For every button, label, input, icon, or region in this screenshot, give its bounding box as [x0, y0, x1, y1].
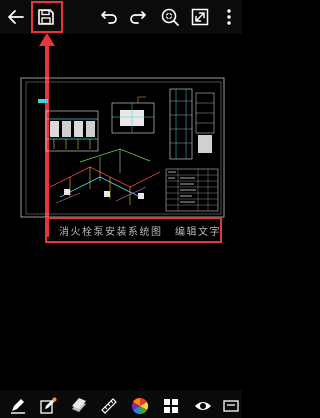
- edit-text-button[interactable]: [37, 395, 59, 417]
- cad-drawing-canvas[interactable]: [20, 77, 225, 222]
- more-tools-button[interactable]: [220, 395, 242, 417]
- drawing-label-mark: [38, 99, 48, 103]
- tools-icon: [223, 400, 239, 412]
- edit-text-label[interactable]: 编辑文字: [175, 223, 221, 238]
- bottom-toolbar: [0, 390, 242, 418]
- blocks-button[interactable]: [160, 395, 182, 417]
- view-button[interactable]: [192, 395, 214, 417]
- water-tank-plan: [111, 96, 155, 134]
- color-wheel-icon: [131, 397, 149, 415]
- color-button[interactable]: [129, 395, 151, 417]
- markup-button[interactable]: [7, 395, 29, 417]
- drawing-frame: [20, 77, 225, 218]
- edit-text-icon: [40, 397, 57, 414]
- drawing-title-text[interactable]: 消火栓泵安装系统图: [59, 223, 163, 238]
- markup-icon: [11, 399, 25, 414]
- legend-table: [165, 168, 219, 212]
- view-eye-icon: [195, 402, 211, 410]
- layers-icon: [72, 398, 86, 412]
- section-view: [169, 88, 215, 160]
- pump-room-plan: [45, 110, 99, 152]
- layers-button[interactable]: [68, 395, 90, 417]
- measure-button[interactable]: [98, 395, 120, 417]
- blocks-icon: [164, 399, 178, 413]
- pipe-system-diagram: [49, 148, 161, 205]
- cad-viewer-app: 消火栓泵安装系统图 编辑文字: [0, 0, 242, 418]
- measure-icon: [101, 398, 117, 414]
